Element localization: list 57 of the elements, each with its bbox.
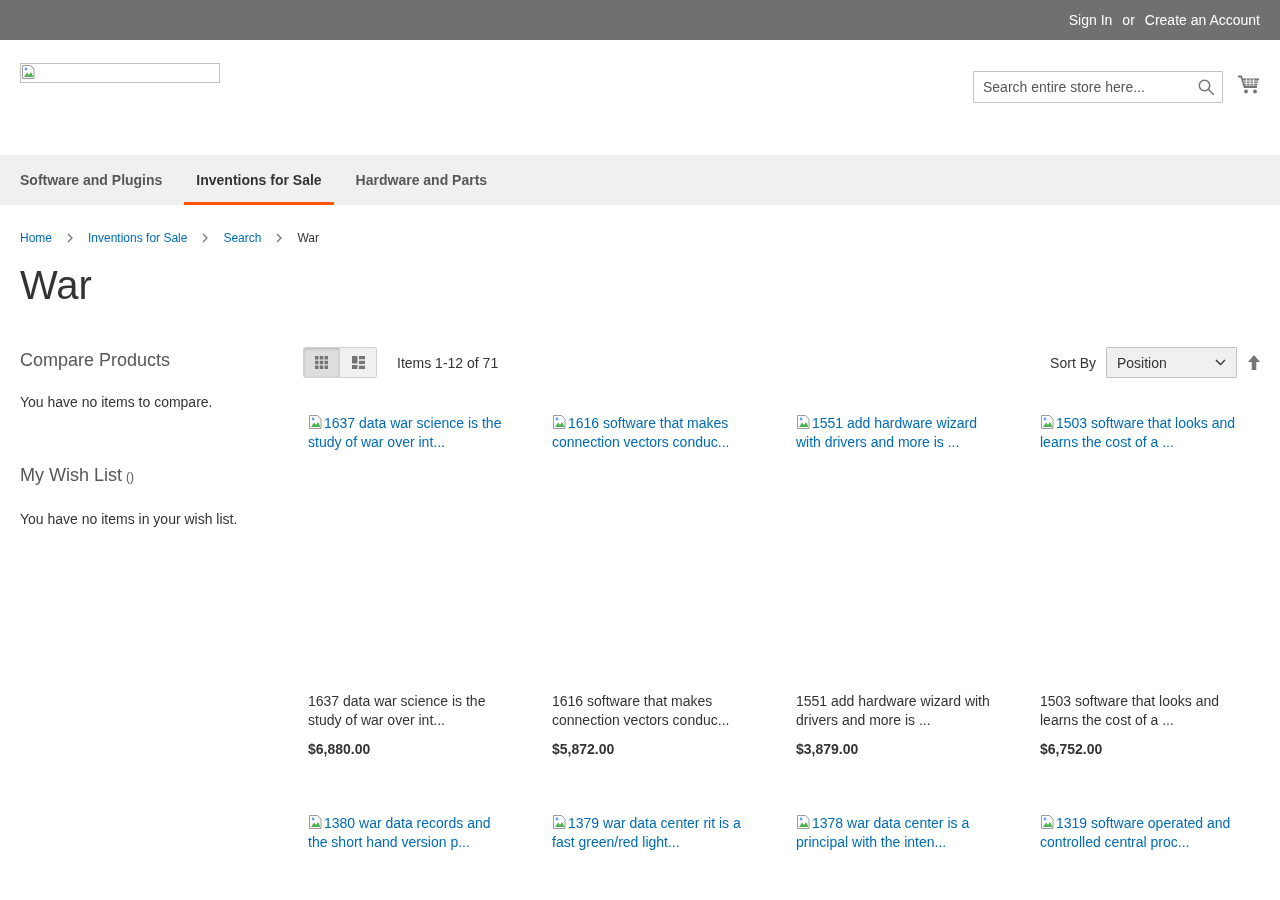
breadcrumb-link[interactable]: Search — [223, 230, 262, 246]
broken-image-icon — [21, 64, 37, 80]
items-count: Items 1-12 of 71 — [397, 354, 499, 371]
product-name-link[interactable]: 1616 software that makes connection vectors conduc... — [552, 692, 757, 730]
product-image-link[interactable]: 1637 data war science is the study of war over int... — [308, 414, 513, 452]
sort-select[interactable]: Position — [1106, 347, 1237, 378]
grid-icon — [315, 356, 328, 369]
separator-text: or — [1122, 12, 1135, 28]
create-account-link[interactable]: Create an Account — [1144, 12, 1260, 28]
product-image-link[interactable]: 1379 war data center rit is a fast green/red light... — [552, 814, 757, 852]
empty-message: You have no items to compare. — [20, 393, 213, 412]
breadcrumb-link[interactable]: Inventions for Sale — [88, 230, 188, 246]
search-field[interactable]: Search entire store here... — [973, 71, 1223, 103]
product-image-link[interactable]: 1503 software that looks and learns the cost of a ... — [1040, 414, 1245, 452]
chevron-right-icon — [202, 233, 209, 243]
product-name-link[interactable]: 1551 add hardware wizard with drivers and more is ... — [796, 692, 1001, 730]
broken-image-icon — [796, 414, 812, 430]
broken-image-icon — [796, 814, 812, 830]
broken-image-icon — [1040, 414, 1056, 430]
product-image-link[interactable]: 1551 add hardware wizard with drivers and more is ... — [796, 414, 1001, 452]
product-name-link[interactable]: 1637 data war science is the study of war over int... — [308, 692, 513, 730]
search-icon — [1198, 79, 1214, 95]
product-image-link[interactable]: 1380 war data records and the short hand version p... — [308, 814, 513, 852]
product-image-link[interactable]: 1319 software operated and controlled central proc... — [1040, 814, 1245, 852]
wishlist-counter: () — [126, 469, 134, 486]
chevron-down-icon — [1215, 359, 1226, 366]
chevron-right-icon — [67, 233, 73, 243]
sidebar-heading: Compare Products — [20, 349, 171, 371]
broken-image-icon — [552, 414, 568, 430]
product-price: $5,872.00 — [552, 740, 616, 758]
nav-menu-item[interactable]: Hardware and Parts — [343, 155, 500, 205]
broken-image-icon — [552, 814, 568, 830]
chevron-right-icon — [276, 233, 283, 243]
broken-image-icon — [308, 414, 324, 430]
product-name-link[interactable]: 1503 software that looks and learns the cost of a ... — [1040, 692, 1245, 730]
broken-image-icon — [308, 814, 324, 830]
search-button[interactable] — [1197, 78, 1215, 96]
product-price: $3,879.00 — [796, 740, 860, 758]
cart-icon[interactable] — [1238, 75, 1260, 94]
breadcrumb-link[interactable]: Home — [20, 230, 52, 246]
empty-message: You have no items in your wish list. — [20, 510, 238, 529]
product-image-link[interactable]: 1378 war data center is a principal with the inten... — [796, 814, 1001, 852]
product-image-link[interactable]: 1616 software that makes connection vectors conduc... — [552, 414, 757, 452]
list-icon — [351, 356, 365, 369]
sign-in-link[interactable]: Sign In — [1068, 12, 1113, 28]
breadcrumb-current: War — [297, 230, 319, 246]
grid-view-button[interactable] — [303, 347, 340, 378]
broken-image-icon — [1040, 814, 1056, 830]
list-view-button[interactable] — [340, 347, 377, 378]
sort-label: Sort By — [1050, 354, 1096, 371]
nav-menu-item[interactable]: Inventions for Sale — [184, 155, 334, 205]
nav-menu-item[interactable]: Software and Plugins — [8, 155, 175, 205]
product-price: $6,752.00 — [1040, 740, 1104, 758]
sidebar-heading: My Wish List — [20, 464, 122, 486]
product-price: $6,880.00 — [308, 740, 372, 758]
page-title: War — [20, 263, 92, 307]
arrow-up-icon[interactable] — [1248, 355, 1260, 370]
